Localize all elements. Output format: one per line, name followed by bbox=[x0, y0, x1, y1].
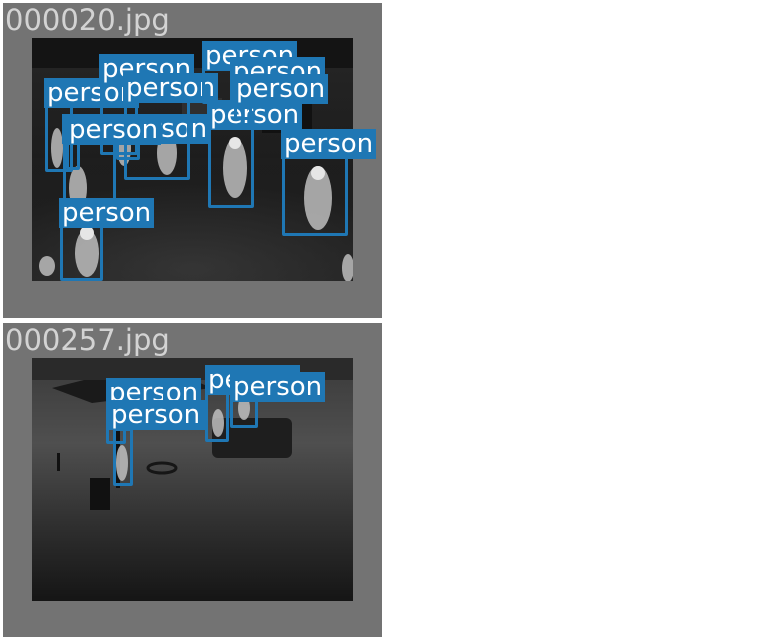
filename-label: 000020.jpg bbox=[5, 3, 170, 37]
image-panel-2: 000257.jpg bbox=[3, 323, 382, 637]
scene-2-drawing bbox=[32, 358, 353, 601]
image-panel-1: 000020.jpg bbox=[3, 3, 382, 318]
scene-1-drawing bbox=[32, 38, 353, 281]
filename-label: 000257.jpg bbox=[5, 323, 170, 357]
thermal-image-1 bbox=[32, 38, 353, 281]
thermal-image-2 bbox=[32, 358, 353, 601]
